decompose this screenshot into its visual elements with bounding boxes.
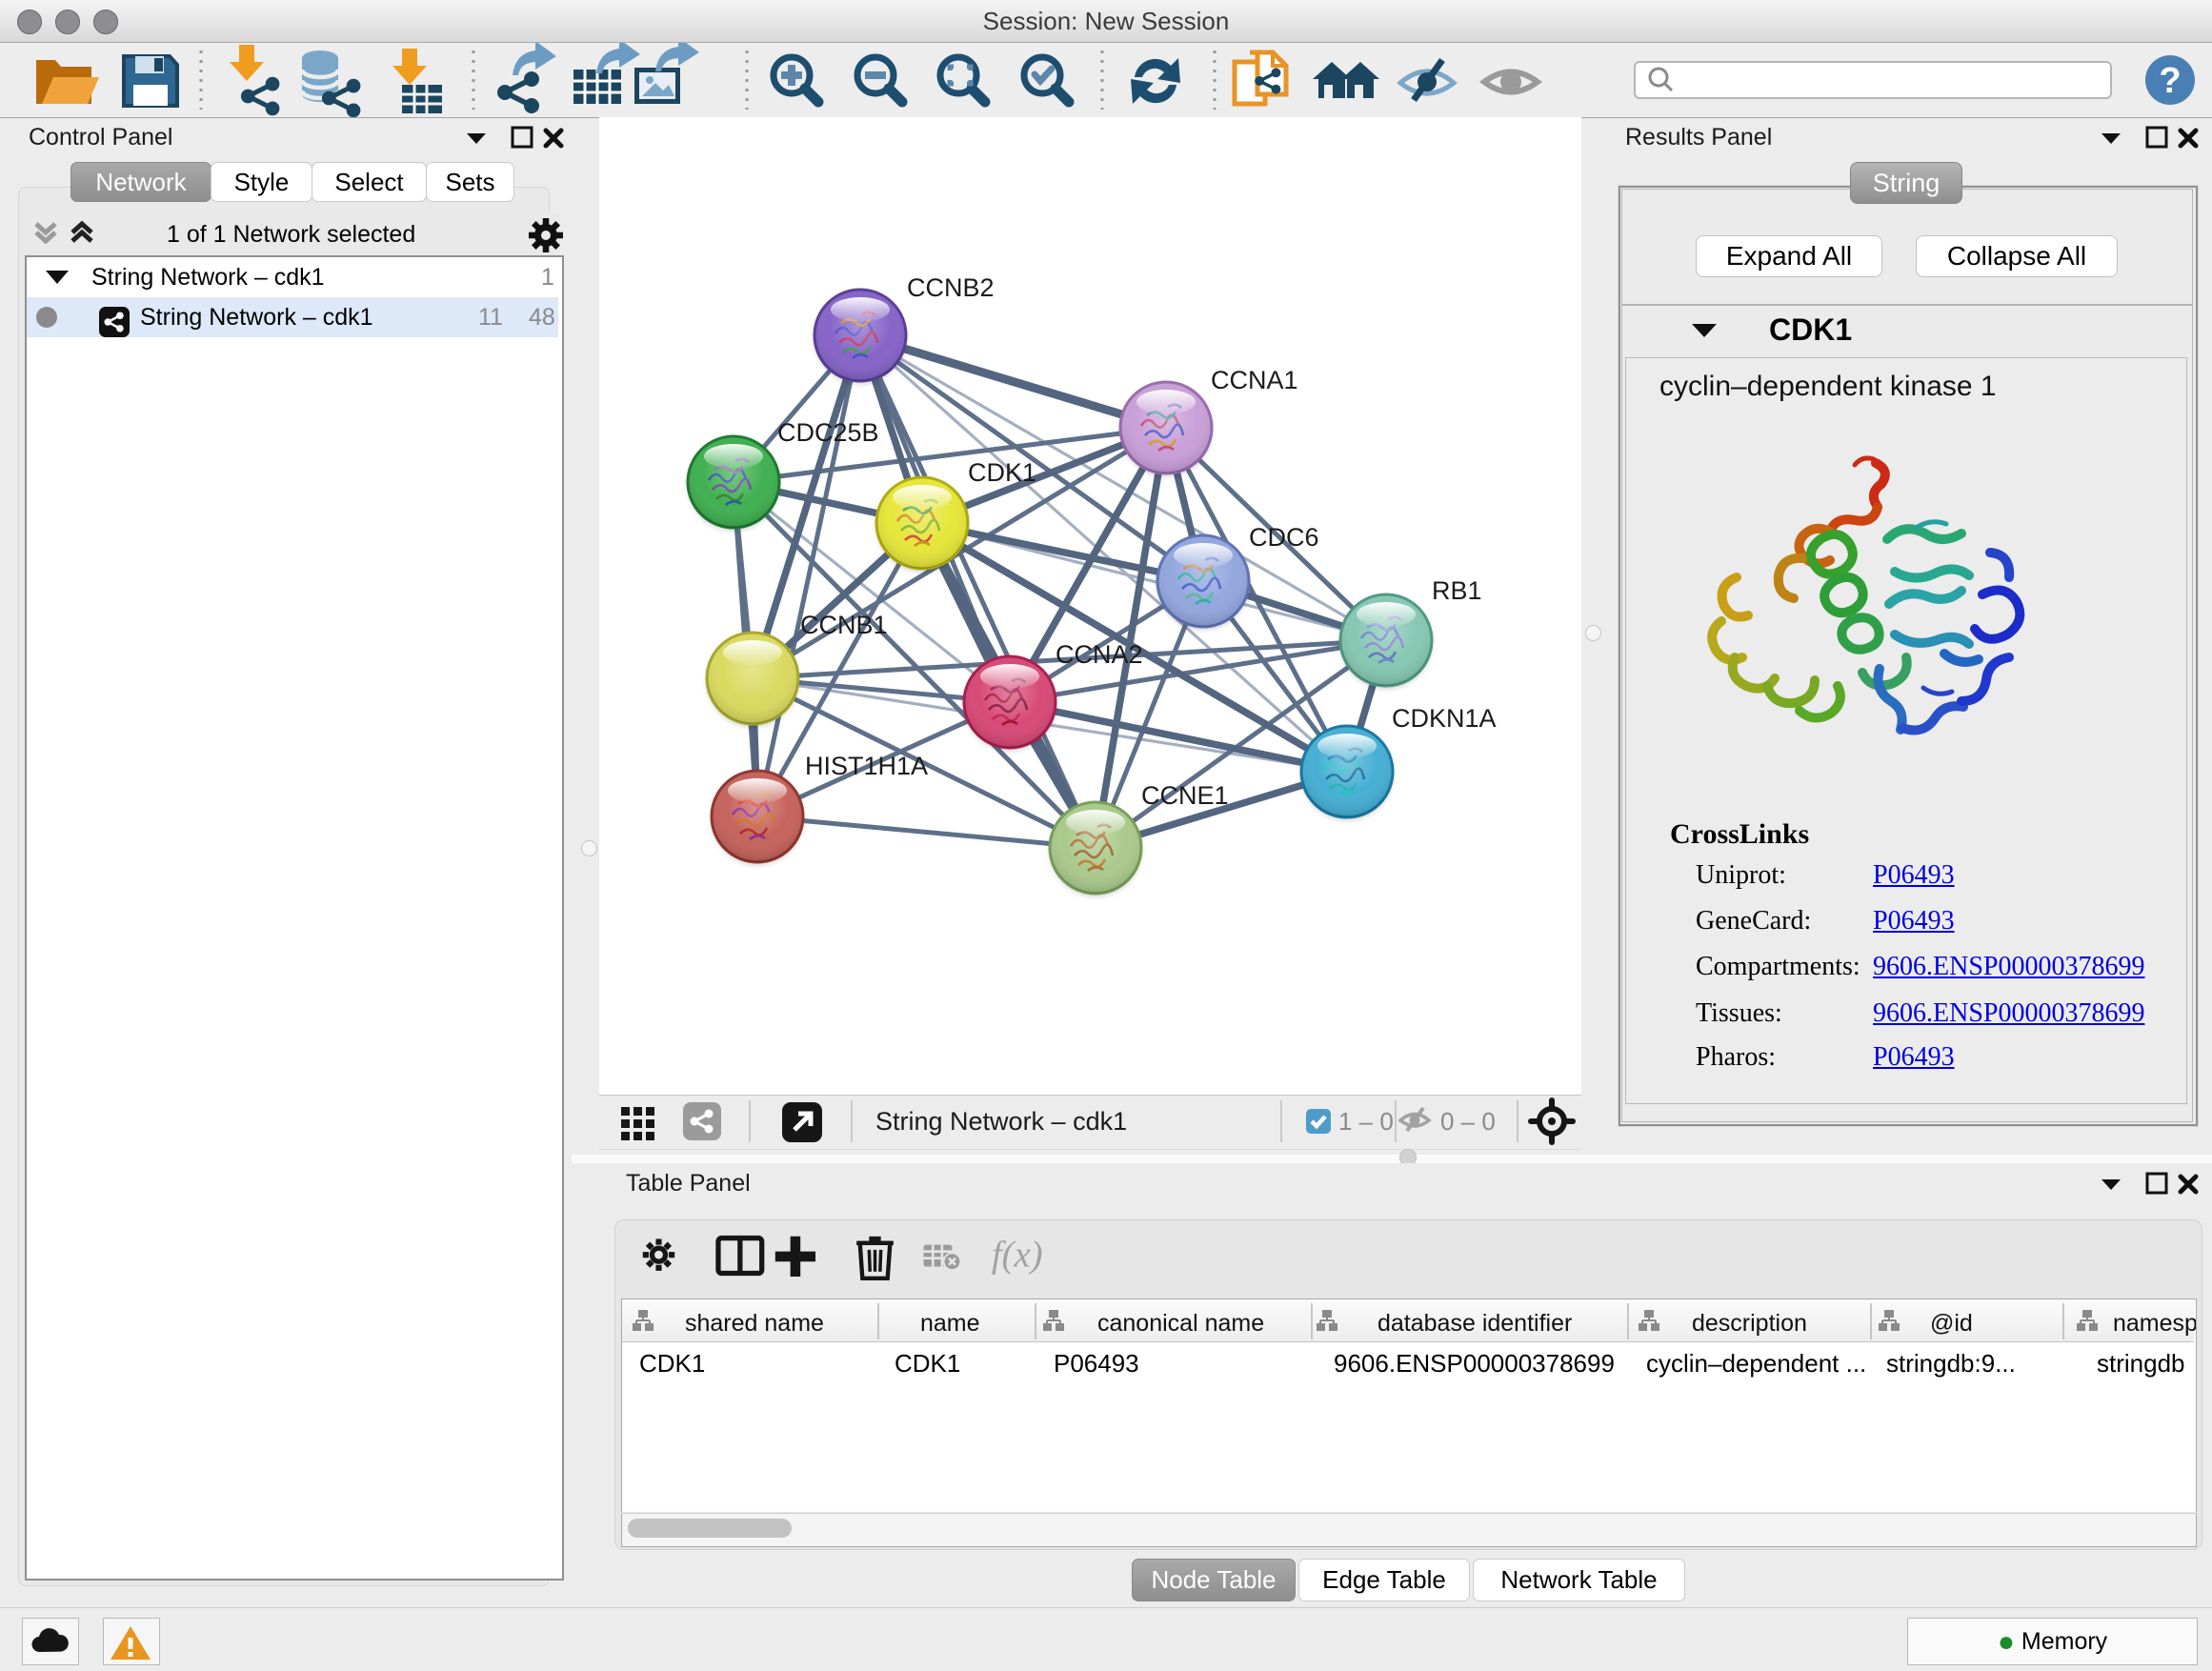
svg-text:HIST1H1A: HIST1H1A (805, 752, 928, 780)
svg-text:CCNE1: CCNE1 (1141, 781, 1229, 810)
svg-text:RB1: RB1 (1432, 576, 1482, 605)
svg-text:CDKN1A: CDKN1A (1392, 704, 1497, 733)
svg-text:1 – 0: 1 – 0 (1338, 1107, 1394, 1136)
svg-text:CCNB2: CCNB2 (907, 273, 995, 302)
svg-text:CDK1: CDK1 (968, 458, 1036, 487)
svg-text:CCNB1: CCNB1 (800, 611, 888, 639)
svg-text:CCNA1: CCNA1 (1211, 366, 1298, 394)
svg-text:CDC25B: CDC25B (777, 418, 879, 447)
svg-text:0 – 0: 0 – 0 (1440, 1107, 1496, 1136)
svg-text:f(x): f(x) (992, 1234, 1043, 1275)
svg-text:?: ? (2159, 61, 2181, 101)
svg-text:CCNA2: CCNA2 (1056, 640, 1143, 669)
svg-text:CDC6: CDC6 (1249, 523, 1319, 552)
